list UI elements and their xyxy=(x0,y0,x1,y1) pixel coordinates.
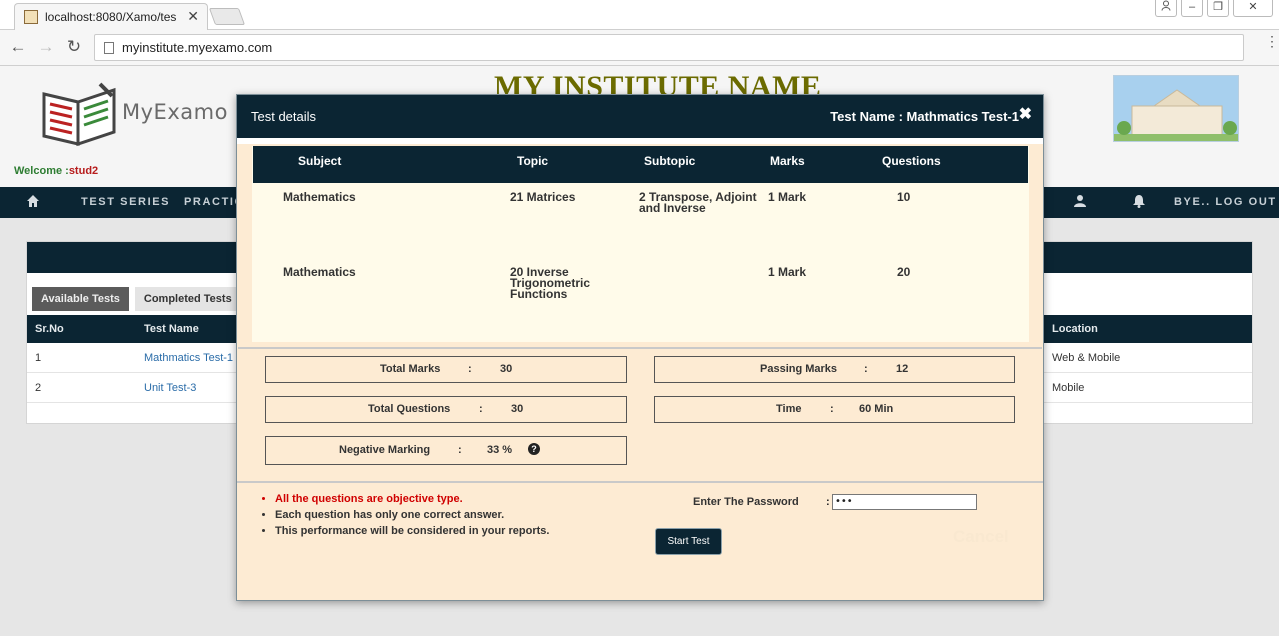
address-bar[interactable]: myinstitute.myexamo.com xyxy=(94,34,1244,61)
user-icon[interactable] xyxy=(1073,194,1087,208)
row-marks: 1 Mark xyxy=(768,265,807,279)
close-icon[interactable]: ✖ xyxy=(1019,107,1032,123)
colon: : xyxy=(458,444,462,456)
list-item: This performance will be considered in y… xyxy=(275,525,549,537)
row-srno: 2 xyxy=(35,382,42,394)
page-icon xyxy=(104,42,114,54)
row-topic: 21 Matrices xyxy=(510,190,576,204)
col-topic: Topic xyxy=(517,154,549,168)
colon: : xyxy=(468,363,472,375)
brand-name: MyExamo xyxy=(122,100,228,124)
test-detail-table: Subject Topic Subtopic Marks Questions M… xyxy=(252,146,1029,342)
colon: : xyxy=(479,403,483,415)
negative-marking-box: Negative Marking : 33 % ? xyxy=(265,436,627,465)
home-icon[interactable] xyxy=(26,194,40,208)
minimize-button[interactable]: – xyxy=(1181,0,1203,17)
passing-marks-value: 12 xyxy=(896,363,909,375)
favicon-icon xyxy=(24,10,38,24)
back-arrow-icon[interactable]: ← xyxy=(8,37,28,57)
total-questions-value: 30 xyxy=(511,403,524,415)
restore-button[interactable]: ❐ xyxy=(1207,0,1229,17)
row-questions: 10 xyxy=(897,190,911,204)
new-tab-button[interactable] xyxy=(208,8,246,25)
negative-marking-value: 33 % xyxy=(487,444,513,456)
browser-tab[interactable]: localhost:8080/Xamo/tes ✕ xyxy=(14,3,208,30)
row-srno: 1 xyxy=(35,352,42,364)
modal-footer: All the questions are objective type. Ea… xyxy=(237,483,1043,601)
colon: : xyxy=(830,403,834,415)
row-subject: Mathematics xyxy=(283,265,356,279)
passing-marks-box: Passing Marks : 12 xyxy=(654,356,1015,383)
time-value: 60 Min xyxy=(859,403,894,415)
password-input[interactable]: ••• xyxy=(832,494,977,510)
site-logo[interactable]: MyExamo xyxy=(40,78,230,148)
logout-link[interactable]: BYE.. LOG OUT xyxy=(1174,196,1277,208)
time-box: Time : 60 Min xyxy=(654,396,1015,423)
cancel-button[interactable]: Cancel xyxy=(953,527,1009,547)
help-icon[interactable]: ? xyxy=(528,443,540,455)
row-test-name-link[interactable]: Mathmatics Test-1 xyxy=(144,352,233,364)
row-topic: 20 Inverse Trigonometric Functions xyxy=(510,265,591,301)
tab-completed-tests[interactable]: Completed Tests xyxy=(134,287,241,311)
tab-title: localhost:8080/Xamo/tes xyxy=(45,10,177,24)
welcome-label: Welcome : xyxy=(14,165,69,177)
test-details-modal: Test details Test Name : Mathmatics Test… xyxy=(236,94,1044,601)
url-text[interactable]: myinstitute.myexamo.com xyxy=(122,40,272,55)
col-srno: Sr.No xyxy=(35,323,64,335)
time-label: Time xyxy=(776,403,802,415)
col-subject: Subject xyxy=(298,154,342,168)
window-close-button[interactable]: ✕ xyxy=(1233,0,1273,17)
row-location: Mobile xyxy=(1052,382,1085,394)
col-marks: Marks xyxy=(770,154,805,168)
row-subject: Mathematics xyxy=(283,190,356,204)
book-logo-icon xyxy=(42,82,116,147)
colon: : xyxy=(864,363,868,375)
list-item: All the questions are objective type. xyxy=(275,493,549,505)
university-image xyxy=(1113,75,1239,142)
col-subtopic: Subtopic xyxy=(644,154,696,168)
browser-menu-icon[interactable]: ⋮ xyxy=(1265,34,1279,48)
modal-header: Test details Test Name : Mathmatics Test… xyxy=(237,95,1043,138)
nav-test-series[interactable]: TEST SERIES xyxy=(81,196,170,208)
total-marks-box: Total Marks : 30 xyxy=(265,356,627,383)
tab-close-icon[interactable]: ✕ xyxy=(187,8,199,25)
tab-available-tests[interactable]: Available Tests xyxy=(32,287,129,311)
row-location: Web & Mobile xyxy=(1052,352,1121,364)
list-item: Each question has only one correct answe… xyxy=(275,509,549,521)
total-marks-label: Total Marks xyxy=(380,363,441,375)
colon: : xyxy=(826,496,830,508)
row-marks: 1 Mark xyxy=(768,190,807,204)
password-label: Enter The Password xyxy=(693,496,799,508)
test-detail-section: Subject Topic Subtopic Marks Questions M… xyxy=(238,144,1042,349)
negative-marking-label: Negative Marking xyxy=(339,444,431,456)
modal-title: Test details xyxy=(251,109,317,124)
total-questions-label: Total Questions xyxy=(368,403,451,415)
welcome-text: Welcome :stud2 xyxy=(14,165,98,177)
forward-arrow-icon[interactable]: → xyxy=(36,37,56,57)
col-location: Location xyxy=(1052,323,1098,335)
row-test-name-link[interactable]: Unit Test-3 xyxy=(144,382,196,394)
modal-test-name: Test Name : Mathmatics Test-1 xyxy=(830,109,1019,124)
bell-icon[interactable] xyxy=(1132,194,1146,208)
row-questions: 20 xyxy=(897,265,911,279)
total-questions-box: Total Questions : 30 xyxy=(265,396,627,423)
profile-icon[interactable] xyxy=(1155,0,1177,17)
welcome-user: stud2 xyxy=(68,165,99,177)
row-subtopic: 2 Transpose, Adjoint and Inverse xyxy=(639,190,757,215)
test-summary: Total Marks : 30 Passing Marks : 12 Tota… xyxy=(237,349,1043,483)
start-test-button[interactable]: Start Test xyxy=(655,528,722,555)
col-test-name: Test Name xyxy=(144,323,199,335)
window-controls: – ❐ ✕ xyxy=(1155,0,1273,18)
passing-marks-label: Passing Marks xyxy=(760,363,838,375)
browser-tabstrip: localhost:8080/Xamo/tes ✕ – ❐ ✕ xyxy=(0,0,1279,30)
panel-tabs: Available Tests Completed Tests xyxy=(32,287,241,311)
browser-toolbar: ← → ↻ myinstitute.myexamo.com ⋮ xyxy=(0,30,1279,66)
total-marks-value: 30 xyxy=(500,363,513,375)
instructions-list: All the questions are objective type. Ea… xyxy=(275,493,549,541)
col-questions: Questions xyxy=(882,154,941,168)
reload-icon[interactable]: ↻ xyxy=(64,37,84,57)
detail-table-header: Subject Topic Subtopic Marks Questions xyxy=(253,146,1028,183)
